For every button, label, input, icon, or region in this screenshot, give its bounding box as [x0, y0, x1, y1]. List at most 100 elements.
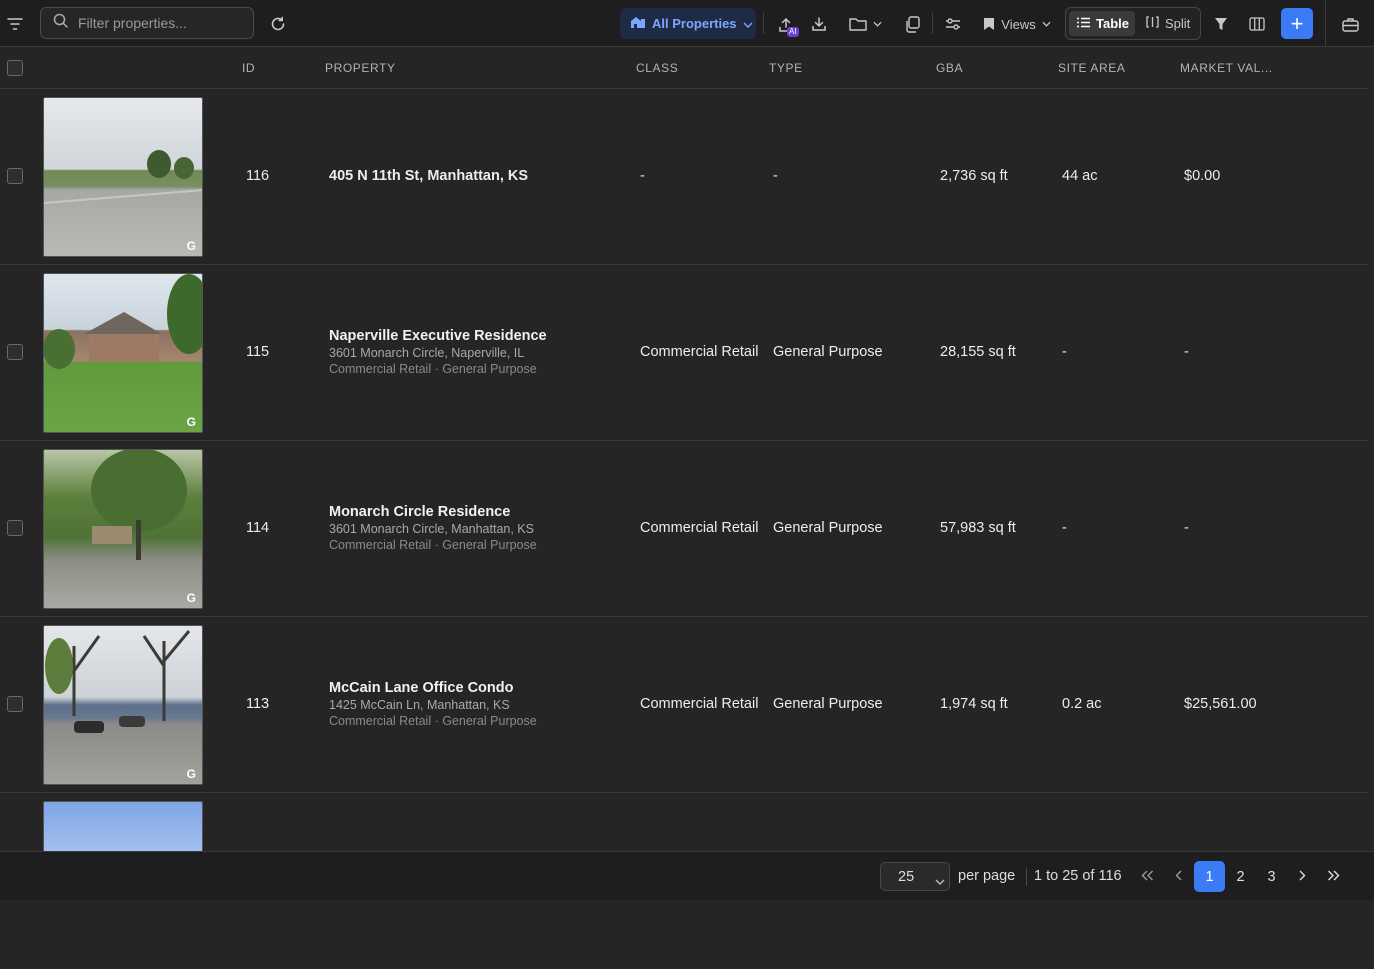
page-size-value: 25: [898, 868, 915, 885]
next-page-button[interactable]: [1287, 861, 1318, 892]
photo-watermark: G: [186, 239, 196, 253]
property-id: 116: [246, 168, 270, 184]
chevron-down-icon: [872, 21, 882, 27]
page-3-button[interactable]: 3: [1256, 861, 1287, 892]
filter-menu-icon[interactable]: [4, 13, 26, 35]
property-class: Commercial Retail: [640, 344, 759, 360]
property-site-area: -: [1062, 344, 1067, 360]
row-checkbox[interactable]: [7, 520, 23, 536]
property-address: 3601 Monarch Circle, Naperville, IL: [329, 346, 525, 360]
add-property-button[interactable]: +: [1281, 8, 1313, 39]
property-address: 1425 McCain Ln, Manhattan, KS: [329, 698, 510, 712]
property-type: General Purpose: [773, 344, 883, 360]
download-icon[interactable]: [808, 13, 830, 35]
column-header-gba[interactable]: GBA: [936, 61, 963, 75]
table-row[interactable]: G 113 McCain Lane Office Condo 1425 McCa…: [0, 617, 1368, 793]
previous-page-button[interactable]: [1163, 861, 1194, 892]
all-properties-label: All Properties: [652, 16, 737, 31]
property-site-area: 0.2 ac: [1062, 696, 1102, 712]
split-view-button[interactable]: Split: [1138, 11, 1198, 36]
folder-icon: [848, 17, 867, 31]
property-id: 113: [246, 696, 270, 712]
property-gba: 57,983 sq ft: [940, 520, 1016, 536]
views-dropdown[interactable]: Views: [979, 12, 1055, 36]
column-header-property[interactable]: PROPERTY: [325, 61, 396, 75]
ai-upload-button[interactable]: AI: [772, 12, 800, 38]
property-class: Commercial Retail: [640, 520, 759, 536]
photo-watermark: G: [186, 767, 196, 781]
property-cell[interactable]: Naperville Executive Residence 3601 Mona…: [329, 328, 547, 376]
table-view-button[interactable]: Table: [1069, 11, 1135, 36]
property-type: General Purpose: [773, 520, 883, 536]
property-site-area: 44 ac: [1062, 168, 1098, 184]
split-icon: [1146, 16, 1159, 31]
property-gba: 2,736 sq ft: [940, 168, 1008, 184]
property-name[interactable]: McCain Lane Office Condo: [329, 680, 537, 696]
property-meta: Commercial Retail · General Purpose: [329, 538, 537, 552]
select-all-checkbox[interactable]: [7, 60, 23, 76]
search-input[interactable]: [78, 15, 238, 31]
table-row[interactable]: G 114 Monarch Circle Residence 3601 Mona…: [0, 441, 1368, 617]
chevron-down-icon: [935, 873, 945, 889]
page-size-select[interactable]: 25: [880, 862, 950, 891]
table-header: ID PROPERTY CLASS TYPE GBA SITE AREA MAR…: [0, 48, 1368, 89]
table-row[interactable]: G 116 405 N 11th St, Manhattan, KS - - 2…: [0, 89, 1368, 265]
row-checkbox[interactable]: [7, 168, 23, 184]
pagination-bar: 25 per page 1 to 25 of 116 1 2 3: [0, 851, 1374, 900]
property-cell[interactable]: McCain Lane Office Condo 1425 McCain Ln,…: [329, 680, 537, 728]
property-photo: G: [43, 273, 203, 433]
property-market-value: -: [1184, 520, 1189, 536]
property-market-value: $25,561.00: [1184, 696, 1257, 712]
last-page-button[interactable]: [1318, 861, 1349, 892]
search-box[interactable]: [40, 7, 254, 39]
search-icon: [53, 13, 68, 33]
first-page-button[interactable]: [1132, 861, 1163, 892]
view-mode-toggle: Table Split: [1065, 7, 1201, 40]
property-name[interactable]: Monarch Circle Residence: [329, 504, 537, 520]
column-header-type[interactable]: TYPE: [769, 61, 803, 75]
property-meta: Commercial Retail · General Purpose: [329, 714, 537, 728]
page-1-button[interactable]: 1: [1194, 861, 1225, 892]
page-2-button[interactable]: 2: [1225, 861, 1256, 892]
property-photo: G: [43, 449, 203, 609]
property-name[interactable]: 405 N 11th St, Manhattan, KS: [329, 168, 528, 184]
property-gba: 28,155 sq ft: [940, 344, 1016, 360]
property-id: 115: [246, 344, 270, 360]
property-cell[interactable]: Monarch Circle Residence 3601 Monarch Ci…: [329, 504, 537, 552]
property-site-area: -: [1062, 520, 1067, 536]
all-properties-dropdown[interactable]: All Properties: [620, 8, 756, 39]
per-page-label: per page: [958, 868, 1016, 884]
property-class: -: [640, 168, 645, 184]
chevron-down-icon: [743, 16, 753, 31]
column-header-site-area[interactable]: SITE AREA: [1058, 61, 1125, 75]
row-checkbox[interactable]: [7, 344, 23, 360]
property-address: 3601 Monarch Circle, Manhattan, KS: [329, 522, 534, 536]
table-row[interactable]: G 115 Naperville Executive Residence 360…: [0, 265, 1368, 441]
columns-icon[interactable]: [1246, 13, 1268, 35]
refresh-icon[interactable]: [267, 13, 289, 35]
sliders-icon[interactable]: [942, 13, 964, 35]
column-header-class[interactable]: CLASS: [636, 61, 678, 75]
briefcase-icon[interactable]: [1339, 13, 1361, 35]
funnel-icon[interactable]: [1210, 13, 1232, 35]
split-label: Split: [1165, 16, 1191, 31]
page-range-text: 1 to 25 of 116: [1034, 868, 1122, 884]
photo-watermark: G: [186, 591, 196, 605]
footer-divider: [1026, 868, 1027, 886]
property-market-value: $0.00: [1184, 168, 1221, 184]
copy-icon[interactable]: [901, 13, 923, 35]
folder-dropdown[interactable]: [845, 13, 885, 35]
table-label: Table: [1096, 16, 1129, 31]
ai-badge: AI: [787, 27, 799, 37]
bookmark-icon: [983, 17, 995, 31]
toolbar: All Properties AI Views: [0, 0, 1374, 47]
column-header-id[interactable]: ID: [242, 61, 255, 75]
row-checkbox[interactable]: [7, 696, 23, 712]
property-name[interactable]: Naperville Executive Residence: [329, 328, 547, 344]
chevron-left-icon: [1175, 869, 1182, 885]
chevron-down-icon: [1042, 21, 1051, 27]
property-meta: Commercial Retail · General Purpose: [329, 362, 537, 376]
column-header-market-value[interactable]: MARKET VAL...: [1180, 61, 1273, 75]
list-icon: [1077, 16, 1090, 31]
property-photo: G: [43, 97, 203, 257]
